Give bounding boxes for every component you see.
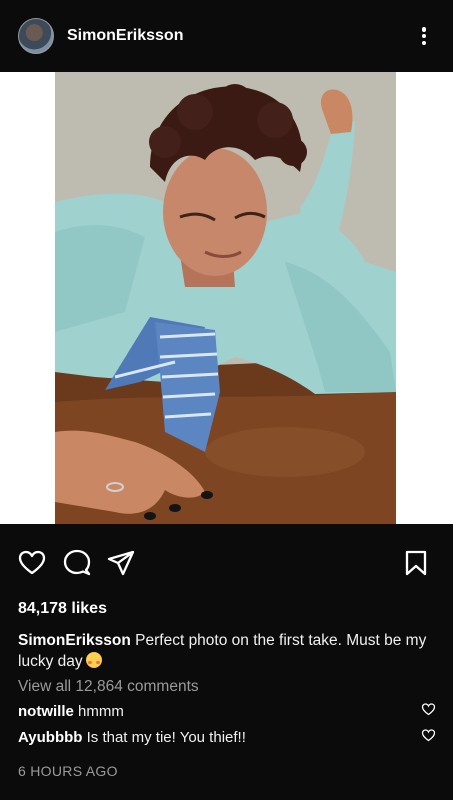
post-header: SimonEriksson	[0, 0, 453, 72]
bookmark-icon[interactable]	[401, 548, 431, 578]
more-options-icon[interactable]	[417, 24, 431, 48]
smiling-face-with-hearts-icon	[85, 652, 102, 668]
heart-icon[interactable]	[17, 548, 47, 578]
comment-username[interactable]: notwille	[18, 703, 74, 720]
view-all-comments-link[interactable]: View all 12,864 comments	[18, 678, 199, 696]
caption-username[interactable]: SimonEriksson	[18, 632, 131, 649]
likes-count[interactable]: 84,178 likes	[18, 600, 107, 618]
avatar[interactable]	[18, 18, 54, 54]
send-icon[interactable]	[106, 548, 136, 578]
post-timestamp: 6 HOURS AGO	[18, 763, 118, 779]
comment-like-heart-icon[interactable]	[421, 728, 436, 743]
post-caption: SimonEriksson Perfect photo on the first…	[18, 630, 428, 672]
comment-item: notwille hmmm	[18, 703, 408, 720]
comment-item: Ayubbbb Is that my tie! You thief!!	[18, 729, 408, 746]
post-actions	[0, 548, 453, 584]
post-username[interactable]: SimonEriksson	[67, 27, 183, 45]
post-image-frame	[0, 72, 453, 524]
comment-like-heart-icon[interactable]	[421, 702, 436, 717]
comment-username[interactable]: Ayubbbb	[18, 729, 82, 746]
post-image[interactable]	[55, 72, 396, 524]
comment-text: hmmm	[78, 703, 124, 720]
comment-text: Is that my tie! You thief!!	[86, 729, 246, 746]
comment-icon[interactable]	[62, 548, 92, 578]
